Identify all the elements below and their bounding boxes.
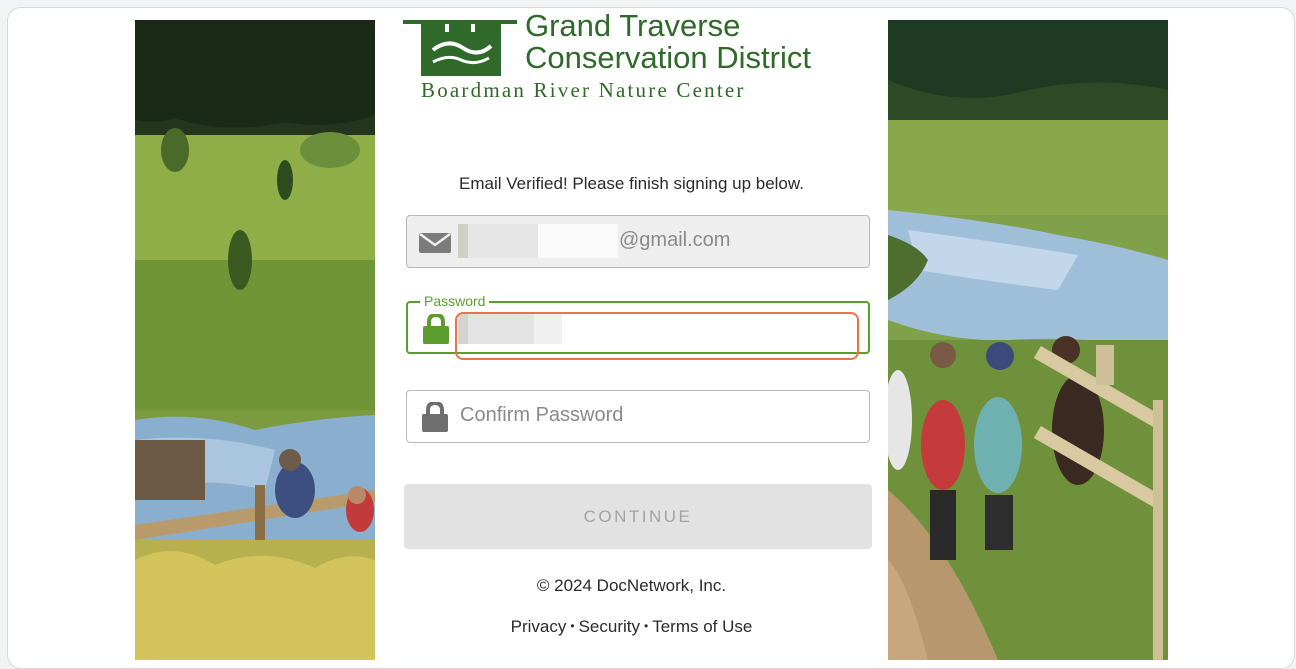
terms-of-use-link[interactable]: Terms of Use (652, 617, 752, 636)
logo-subtitle: Boardman River Nature Center (421, 78, 746, 102)
email-field[interactable]: @gmail.com (406, 215, 870, 268)
signup-panel: Grand Traverse Conservation District Boa… (375, 8, 888, 660)
footer-links: Privacy • Security • Terms of Use (375, 617, 888, 637)
password-label: Password (420, 293, 490, 309)
logo-title-line2: Conservation District (525, 40, 811, 75)
nature-photo-right (888, 20, 1168, 660)
confirm-password-placeholder: Confirm Password (460, 404, 624, 426)
redacted-email-blur (468, 224, 538, 258)
security-link[interactable]: Security (579, 617, 640, 636)
logo-mark-icon (403, 20, 517, 76)
lock-icon (422, 402, 448, 432)
copyright-text: © 2024 DocNetwork, Inc. (536, 576, 727, 595)
envelope-icon (419, 232, 451, 253)
password-input-highlight (455, 312, 859, 360)
nature-photo-left (135, 20, 375, 660)
separator-dot: • (644, 619, 649, 633)
redacted-email-blur (458, 224, 468, 258)
continue-button[interactable]: CONTINUE (404, 484, 872, 549)
email-verified-message: Email Verified! Please finish signing up… (459, 174, 804, 193)
separator-dot: • (570, 619, 575, 633)
confirm-password-field[interactable]: Confirm Password (406, 390, 870, 443)
privacy-link[interactable]: Privacy (511, 617, 567, 636)
browser-frame: Grand Traverse Conservation District Boa… (7, 7, 1295, 669)
email-domain-text: @gmail.com (619, 229, 731, 251)
logo-title-line1: Grand Traverse (525, 8, 741, 43)
lock-icon (423, 314, 449, 344)
grand-traverse-logo: Grand Traverse Conservation District Boa… (403, 8, 843, 110)
redacted-email-blur (538, 224, 618, 258)
